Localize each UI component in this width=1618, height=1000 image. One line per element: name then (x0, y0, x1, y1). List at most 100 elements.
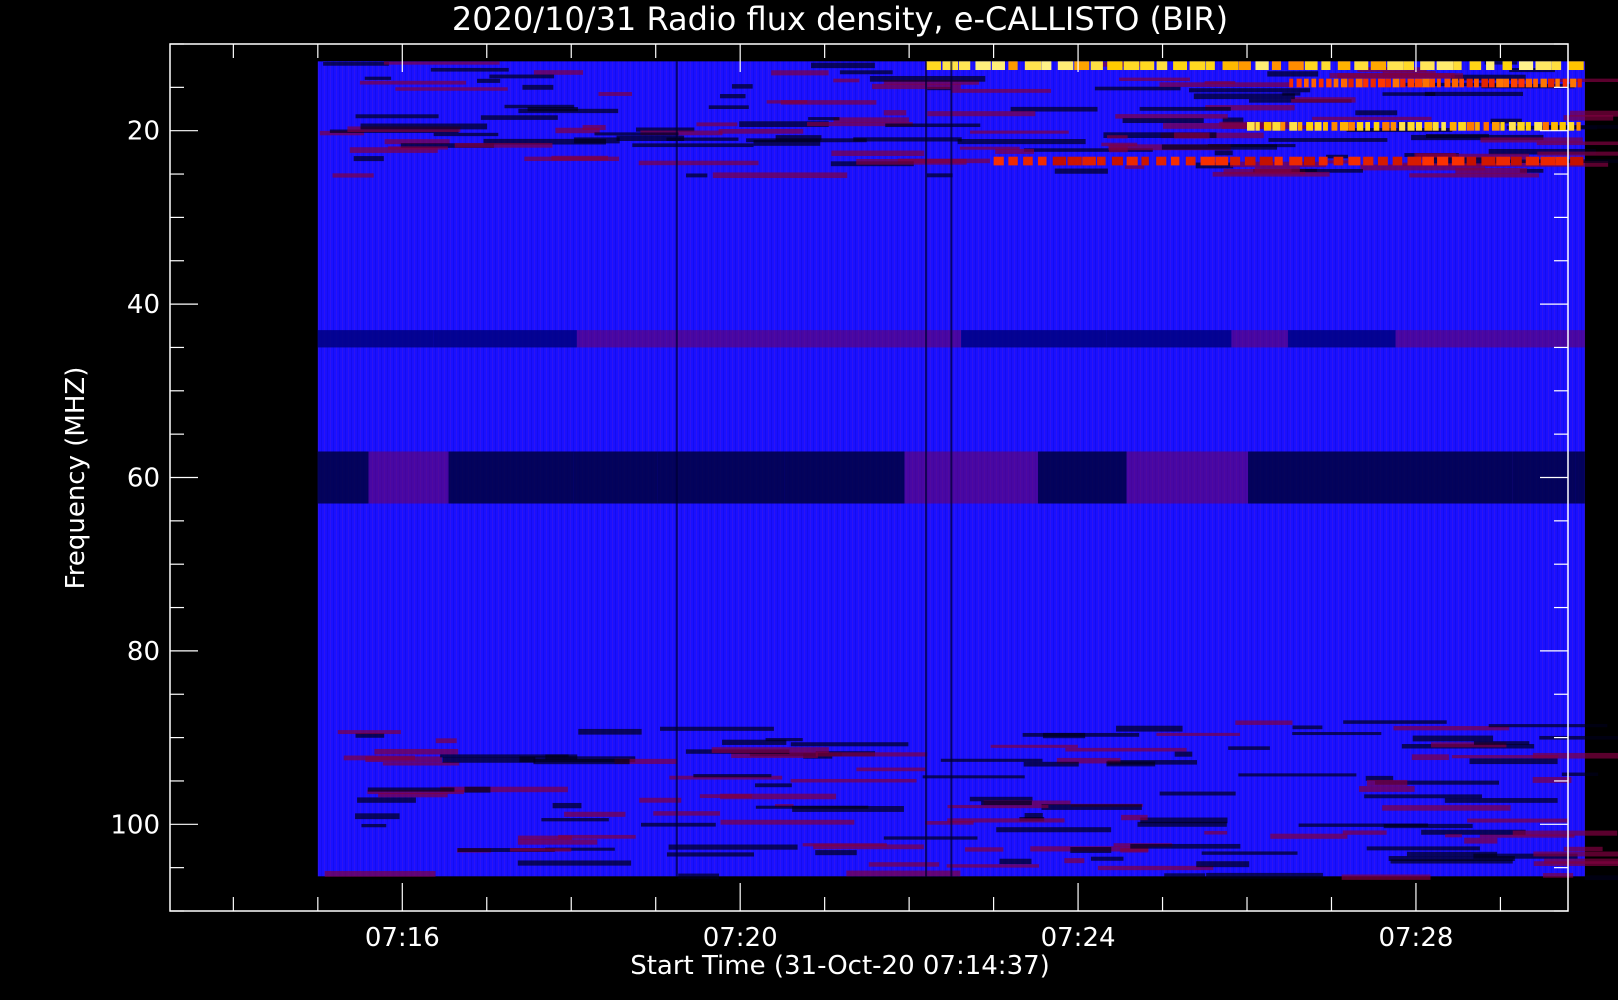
spectrogram-interference (332, 173, 374, 178)
spectrogram-interference (1162, 123, 1282, 129)
spectrogram-interference (430, 67, 509, 72)
spectrogram-burst (1230, 156, 1241, 166)
spectrogram-burst (1502, 61, 1512, 71)
spectrogram-burst (1067, 156, 1082, 166)
spectrogram-interference (555, 127, 600, 134)
spectrogram-interference (640, 822, 716, 827)
spectrogram-interference (639, 797, 682, 803)
spectrogram-burst (1304, 156, 1315, 166)
spectrogram-interference (1533, 861, 1618, 867)
spectrogram-interference (1159, 791, 1236, 796)
spectrogram-burst (1466, 156, 1477, 166)
spectrogram-burst (1024, 61, 1042, 71)
spectrogram-burst (1483, 122, 1489, 131)
spectrogram-interference (771, 70, 829, 76)
spectrogram-interference (856, 767, 926, 772)
spectrogram-burst (1339, 122, 1349, 131)
spectrogram-burst (1037, 156, 1047, 166)
y-tick-label: 40 (127, 290, 160, 320)
spectrogram-burst (1517, 122, 1525, 131)
spectrogram-interference (922, 775, 1025, 779)
spectrogram-interference (686, 173, 708, 178)
spectrogram-interference (927, 111, 1036, 117)
spectrogram-burst (1481, 78, 1488, 88)
spectrogram-interference (353, 156, 384, 162)
spectrogram-interference (831, 150, 925, 156)
spectrogram-burst (1140, 61, 1155, 71)
spectrogram-interference (1342, 830, 1387, 835)
spectrogram-burst (1392, 78, 1400, 88)
spectrogram-interference (1382, 805, 1511, 811)
spectrogram-burst (1407, 78, 1415, 88)
spectrogram-interference (1512, 830, 1618, 836)
spectrogram-band (1488, 330, 1585, 348)
spectrogram-burst (1422, 156, 1434, 166)
spectrogram-interference (1228, 746, 1270, 750)
spectrogram-interference (1424, 91, 1523, 97)
spectrogram-interference (981, 800, 1032, 806)
spectrogram-interference (846, 870, 961, 877)
spectrogram-interference (1174, 132, 1210, 139)
spectrogram-interference (489, 74, 555, 79)
spectrogram-interference (533, 758, 630, 765)
spectrogram-interference (1444, 798, 1558, 803)
spectrogram-interference (790, 778, 917, 783)
spectrogram-burst (1568, 61, 1584, 71)
spectrogram-interference (464, 786, 491, 793)
spectrogram-burst (1424, 122, 1433, 131)
spectrogram-interference (1268, 138, 1388, 142)
spectrogram-burst (1348, 122, 1355, 131)
spectrogram-burst (1363, 78, 1369, 88)
spectrogram-burst (1488, 78, 1495, 88)
spectrogram-interference (947, 804, 1049, 809)
spectrogram-interference (1120, 848, 1149, 853)
spectrogram-burst (1500, 122, 1505, 131)
spectrogram-burst (1382, 122, 1390, 131)
spectrogram-interference (509, 848, 572, 852)
spectrogram-burst (1458, 122, 1466, 131)
spectrogram-burst (1469, 61, 1482, 71)
spectrogram-burst (1082, 156, 1096, 166)
spectrogram-burst (1525, 78, 1533, 88)
spectrogram-interference (1042, 732, 1086, 739)
spectrogram-interference (552, 802, 582, 809)
spectrogram-interference (1563, 115, 1614, 121)
spectrogram-band (1288, 330, 1396, 348)
spectrogram-interference (1291, 97, 1356, 103)
spectrogram-interference (594, 132, 679, 136)
spectrogram-burst (1437, 78, 1441, 88)
spectrogram-interference (833, 78, 860, 83)
spectrogram-burst (1247, 122, 1255, 131)
spectrogram-interference (1054, 168, 1108, 174)
spectrogram-interference (1193, 93, 1295, 100)
spectrogram-burst (1238, 61, 1251, 71)
spectrogram-heatmap (317, 61, 1618, 881)
spectrogram-burst (1340, 78, 1348, 88)
spectrogram-interference (1041, 804, 1142, 810)
spectrogram-burst (1551, 122, 1558, 131)
spectrogram-interference (323, 62, 389, 66)
spectrogram-interference (990, 744, 1078, 748)
spectrogram-burst (1255, 61, 1269, 71)
spectrogram-interference (1312, 116, 1432, 121)
spectrogram-interference (653, 811, 720, 816)
spectrogram-interference (1094, 86, 1181, 91)
spectrogram-interference (1116, 725, 1183, 732)
spectrogram-band (1106, 330, 1232, 348)
spectrogram-interference (1097, 865, 1214, 871)
spectrogram-interference (1196, 861, 1250, 868)
spectrogram-interference (1065, 747, 1187, 752)
spectrogram-band (1248, 451, 1369, 504)
spectrogram-burst (926, 61, 941, 71)
spectrogram-interference (1090, 856, 1124, 861)
spectrogram-interference (1343, 720, 1447, 724)
spectrogram-interference (1201, 851, 1298, 855)
spectrogram-burst (1331, 122, 1338, 131)
spectrogram-burst (1141, 156, 1149, 166)
spectrogram-interference (815, 752, 928, 757)
spectrogram-interference (1267, 71, 1319, 77)
spectrogram-interference (885, 123, 981, 128)
spectrogram-interference (1292, 732, 1382, 736)
spectrogram-band (665, 330, 801, 348)
spectrogram-band (1231, 330, 1289, 348)
